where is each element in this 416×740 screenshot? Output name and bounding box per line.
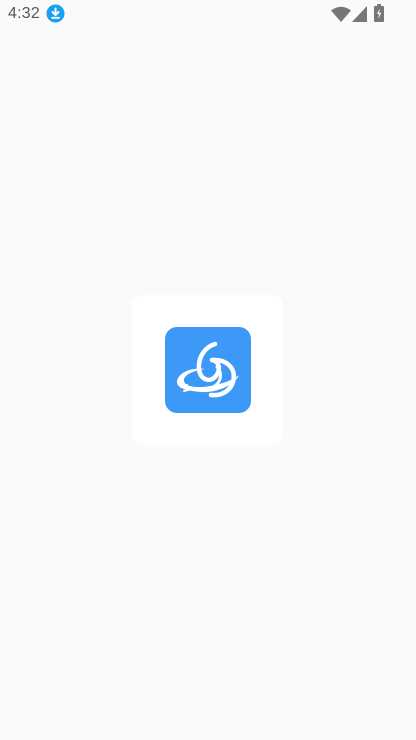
battery-icon (374, 4, 384, 22)
wifi-icon (331, 6, 351, 22)
signal-icon (352, 6, 367, 22)
status-clock: 4:32 (8, 5, 40, 22)
splash-card (132, 295, 283, 445)
status-bar: 4:32 (0, 0, 416, 28)
app-logo-icon (165, 327, 251, 413)
download-icon (46, 4, 65, 23)
